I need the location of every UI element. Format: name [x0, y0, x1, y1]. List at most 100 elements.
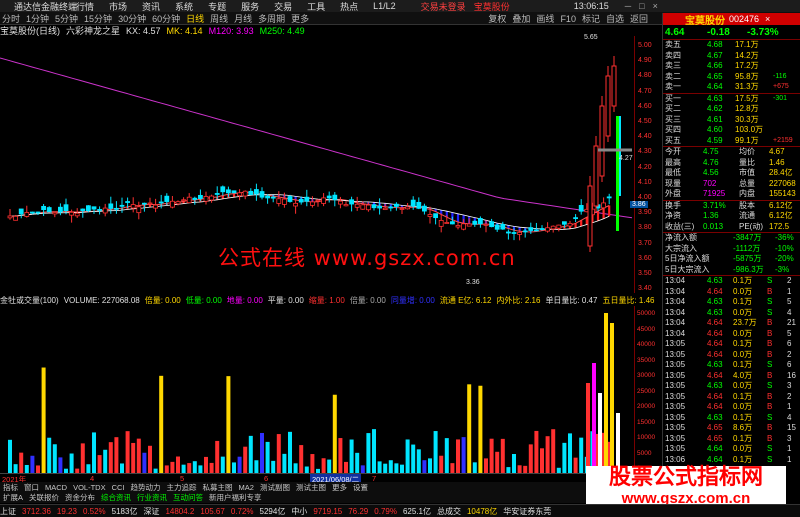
ticker-item: 3712.36	[22, 506, 51, 516]
tick-time: 13:05	[665, 444, 686, 453]
candle-body	[539, 228, 545, 230]
candle-body	[517, 231, 522, 235]
indicator-tab[interactable]: MACD	[45, 483, 67, 492]
period-tab[interactable]: 5分钟	[55, 12, 78, 25]
volume-bar	[472, 462, 477, 473]
volume-bar	[192, 461, 197, 473]
extension-tab[interactable]: 扩展A	[3, 492, 23, 503]
quote-row: 最高 4.76 量比 1.46	[663, 158, 800, 169]
indicator-tab[interactable]: 测试副图	[260, 482, 290, 493]
volume-bar	[97, 455, 102, 473]
volume-indicator: 倍量: 0.00	[144, 295, 181, 305]
indicator-tab[interactable]: 指标	[3, 482, 18, 493]
price-axis-label: 3.60	[638, 254, 652, 262]
candle-body	[573, 217, 578, 220]
quote-row: 13:05 4.63 0.1万 S 6	[663, 360, 800, 371]
tool-button[interactable]: F10	[560, 14, 576, 24]
volume-bar	[467, 384, 472, 473]
candle-body	[528, 227, 534, 231]
tool-button[interactable]: 复权	[488, 12, 506, 25]
price-axis-label: 4.50	[638, 118, 652, 125]
close-icon[interactable]: ×	[765, 14, 770, 24]
candle-body	[119, 204, 125, 207]
indicator-tab[interactable]: CCI	[112, 483, 125, 492]
tick-time: 13:04	[665, 328, 686, 338]
indicator-tab[interactable]: 窗口	[24, 482, 39, 493]
extension-tab[interactable]: 综合资讯	[101, 492, 131, 503]
candle-body	[321, 197, 327, 204]
stat-value: 0.013	[703, 221, 724, 231]
period-tab[interactable]: 更多	[291, 12, 309, 25]
tool-button[interactable]: 叠加	[512, 12, 530, 25]
indicator-tab[interactable]: 私募主图	[203, 482, 233, 493]
menu-item[interactable]: L1/L2	[373, 1, 396, 11]
close-icon[interactable]: ×	[653, 1, 658, 11]
volume-bar	[271, 460, 276, 473]
candle-body	[477, 218, 483, 225]
volume-chart[interactable]	[0, 306, 660, 473]
quote-stock-code: 002476	[729, 14, 760, 24]
indicator-tab[interactable]: 测试主图	[296, 482, 326, 493]
period-tab[interactable]: 多周期	[258, 12, 285, 25]
candle-body	[309, 201, 315, 206]
minimize-icon[interactable]: ─	[625, 1, 631, 11]
quote-row: 今开 4.75 均价 4.67	[663, 146, 800, 158]
price-axis-label: 4.40	[638, 133, 652, 141]
indicator-tab[interactable]: 更多	[332, 482, 347, 493]
volume-bar	[86, 464, 91, 473]
tick-side: B	[767, 423, 773, 432]
candle-body	[13, 215, 19, 221]
extension-tab[interactable]: 互动问答	[173, 492, 203, 503]
volume-bar	[220, 456, 225, 473]
extension-tab[interactable]: 资金分布	[65, 492, 95, 503]
tick-time: 13:04	[665, 307, 686, 317]
period-tab[interactable]: 1分钟	[26, 12, 49, 25]
period-tab[interactable]: 月线	[234, 12, 252, 25]
volume-bar	[484, 458, 488, 473]
tick-volume: 0.1万	[733, 360, 753, 369]
volume-bar	[366, 433, 371, 473]
quote-title-bar: 宝莫股份 002476 ×	[663, 13, 800, 27]
candle-body	[605, 75, 611, 137]
tick-time: 13:06	[665, 454, 686, 464]
extension-tab[interactable]: 行业资讯	[137, 492, 167, 503]
quote-row: 13:05 4.64 0.1万 B 6	[663, 339, 800, 350]
candle-body	[416, 201, 422, 209]
tick-time: 13:04	[665, 286, 686, 296]
volume-axis-label: 35000	[637, 356, 656, 364]
extension-tab[interactable]: 新用户福利专享	[209, 492, 262, 503]
tick-time: 13:05	[665, 391, 686, 401]
maximize-icon[interactable]: □	[639, 1, 644, 11]
volume-bar	[456, 439, 460, 473]
tool-button[interactable]: 画线	[536, 12, 554, 25]
indicator-tab[interactable]: 趋势动力	[131, 482, 161, 493]
volume-bar	[58, 457, 63, 473]
tick-count: 16	[787, 370, 796, 380]
period-tab[interactable]: 15分钟	[84, 12, 112, 25]
indicator-tab[interactable]: 设置	[353, 482, 368, 493]
tool-button[interactable]: 自选	[606, 12, 624, 25]
candle-body	[136, 206, 142, 214]
tool-button[interactable]: 返回	[630, 12, 648, 25]
extension-tab[interactable]: 关联报价	[29, 492, 59, 503]
volume-axis-label: 50000	[637, 310, 656, 317]
period-tab[interactable]: 周线	[210, 12, 228, 25]
indicator-tab[interactable]: 主力追踪	[167, 482, 197, 493]
menu-item[interactable]: 热点	[340, 0, 358, 13]
period-tab[interactable]: 分时	[2, 12, 20, 25]
indicator-tab[interactable]: VOL-TDX	[73, 483, 106, 492]
candle-body	[578, 205, 584, 212]
period-tab[interactable]: 60分钟	[152, 12, 180, 25]
login-warning[interactable]: 交易未登录	[421, 0, 466, 13]
price-axis-label: 4.20	[638, 163, 652, 171]
period-tab-selected[interactable]: 日线	[186, 12, 204, 25]
indicator-tab[interactable]: MA2	[239, 483, 254, 492]
flow-pct: -20%	[775, 254, 794, 263]
quote-label: 卖三	[665, 61, 681, 70]
tool-button[interactable]: 标记	[582, 12, 600, 25]
period-tab[interactable]: 30分钟	[118, 12, 146, 25]
quote-bid-volume: 12.8万	[735, 104, 759, 113]
tick-time: 13:05	[665, 349, 686, 359]
quote-row: 大宗流入 -1112万 -10%	[663, 244, 800, 255]
price-axis-label: 4.10	[638, 178, 652, 186]
